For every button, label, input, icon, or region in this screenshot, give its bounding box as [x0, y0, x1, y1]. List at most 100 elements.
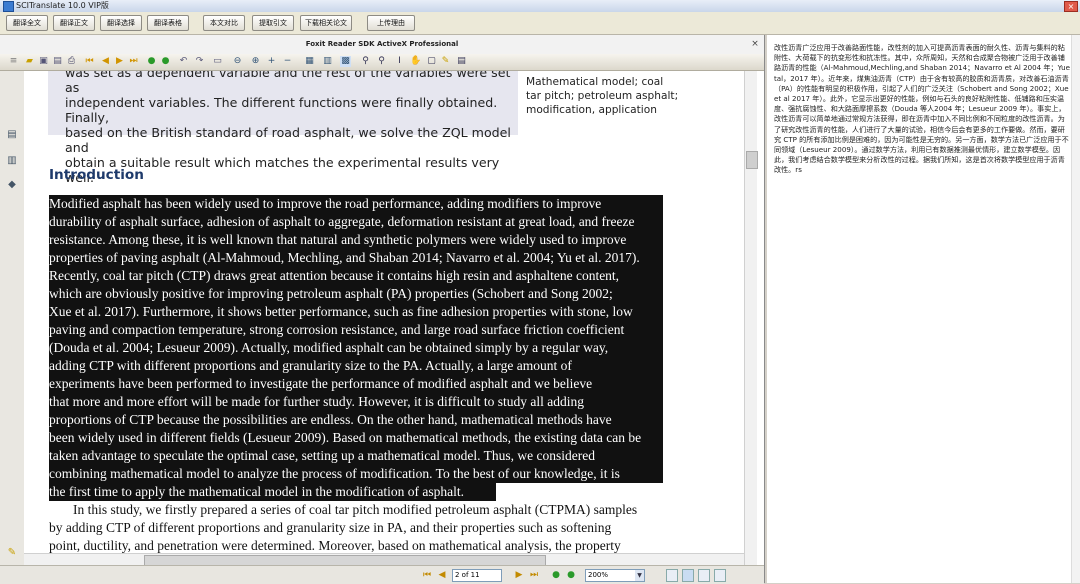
translate-table-button[interactable]: 翻译表格: [147, 15, 189, 31]
translation-pane[interactable]: 改性沥青广泛应用于改善路面性能，改性剂的加入可提高沥青表面的耐久性、沥青与集料的…: [767, 35, 1080, 583]
keywords-line: tar pitch; petroleum asphalt;: [526, 90, 679, 102]
zoom-minus-icon[interactable]: −: [282, 56, 293, 67]
selected-line[interactable]: adding CTP with different proportions an…: [49, 357, 663, 375]
translate-main-button[interactable]: 翻译正文: [53, 15, 95, 31]
selected-line[interactable]: Modified asphalt has been widely used to…: [49, 195, 663, 213]
menu-icon[interactable]: ≡: [8, 56, 19, 67]
selected-line[interactable]: which are obviously positive for improvi…: [49, 285, 663, 303]
selected-line[interactable]: the first time to apply the mathematical…: [49, 483, 496, 501]
next-page-nav-icon[interactable]: ▶: [514, 569, 524, 581]
command-bar: 翻译全文 翻译正文 翻译选择 翻译表格 本文对比 提取引文 下载相关论文 上传理…: [0, 12, 1080, 35]
abstract-line: based on the British standard of road as…: [65, 125, 511, 155]
reader-close-icon[interactable]: ×: [750, 39, 760, 49]
translation-scrollbar[interactable]: [1071, 35, 1080, 583]
section-heading: Introduction: [49, 167, 144, 183]
facing-view-icon[interactable]: [698, 569, 710, 582]
app-icon: [3, 1, 14, 12]
continuous-facing-view-icon[interactable]: [714, 569, 726, 582]
find-icon[interactable]: ⚲: [360, 56, 371, 67]
status-bar: ⏮ ◀ 2 of 11 ▶ ⏭ ● ● 200% ▼: [0, 565, 764, 584]
back-nav-icon[interactable]: ●: [551, 569, 561, 581]
zoom-out-icon[interactable]: ⊖: [232, 56, 243, 67]
keywords-line: Mathematical model; coal: [526, 76, 664, 88]
actual-size-icon[interactable]: ▩: [340, 56, 351, 67]
upload-feedback-button[interactable]: 上传理由: [367, 15, 415, 31]
open-folder-icon[interactable]: ▰: [24, 56, 35, 67]
back-icon[interactable]: ●: [146, 56, 157, 67]
vertical-scrollbar[interactable]: [744, 71, 758, 583]
keywords: Mathematical model; coal tar pitch; petr…: [526, 75, 706, 117]
text-line[interactable]: by adding CTP of different proportions a…: [49, 519, 663, 537]
translation-text[interactable]: 改性沥青广泛应用于改善路面性能，改性剂的加入可提高沥青表面的耐久性、沥青与集料的…: [774, 43, 1070, 176]
abstract-line: was set as a dependent variable and the …: [65, 71, 511, 95]
prev-page-nav-icon[interactable]: ◀: [437, 569, 447, 581]
selected-line[interactable]: Xue et al. 2017). Furthermore, it shows …: [49, 303, 663, 321]
zoom-select[interactable]: 200% ▼: [585, 569, 645, 582]
reader-header: Foxit Reader SDK ActiveX Professional ×: [0, 35, 764, 55]
body-text[interactable]: Modified asphalt has been widely used to…: [49, 195, 663, 553]
window-title: SCITranslate 10.0 VIP版: [16, 1, 109, 10]
selected-line[interactable]: that more and more effort will be made f…: [49, 393, 663, 411]
next-page-icon[interactable]: ▶: [114, 56, 125, 67]
zoom-value: 200%: [588, 571, 609, 579]
translate-selection-button[interactable]: 翻译选择: [100, 15, 142, 31]
translate-full-button[interactable]: 翻译全文: [6, 15, 48, 31]
fit-width-icon[interactable]: ▦: [304, 56, 315, 67]
text-line[interactable]: point, ductility, and penetration were d…: [49, 537, 663, 553]
single-page-view-icon[interactable]: [666, 569, 678, 582]
rotate-left-icon[interactable]: ↶: [178, 56, 189, 67]
first-page-nav-icon[interactable]: ⏮: [422, 569, 432, 581]
forward-nav-icon[interactable]: ●: [566, 569, 576, 581]
snapshot-icon[interactable]: ▢: [426, 56, 437, 67]
first-page-icon[interactable]: ⏮: [84, 56, 95, 67]
attachments-icon[interactable]: ✎: [6, 547, 18, 559]
selected-line[interactable]: properties of paving asphalt (Al-Mahmoud…: [49, 249, 663, 267]
selected-line[interactable]: experiments have been performed to inves…: [49, 375, 663, 393]
selected-line[interactable]: Recently, coal tar pitch (CTP) draws gre…: [49, 267, 663, 285]
zoom-plus-icon[interactable]: +: [266, 56, 277, 67]
abstract-box: was set as a dependent variable and the …: [48, 71, 518, 185]
bookmarks-icon[interactable]: ▤: [6, 129, 18, 141]
save-icon[interactable]: ▣: [38, 56, 49, 67]
vertical-scroll-thumb[interactable]: [746, 151, 758, 169]
download-related-button[interactable]: 下载相关论文: [300, 15, 352, 31]
page-icon[interactable]: ▭: [212, 56, 223, 67]
fit-page-icon[interactable]: ▥: [322, 56, 333, 67]
continuous-view-icon[interactable]: [682, 569, 694, 582]
selected-line[interactable]: paving and compaction temperature, stron…: [49, 321, 663, 339]
page-number-field[interactable]: 2 of 11: [452, 569, 502, 582]
selected-line[interactable]: resistance. Among these, it is well know…: [49, 231, 663, 249]
annotate-icon[interactable]: ✎: [440, 56, 451, 67]
print-icon[interactable]: ⎙: [66, 56, 77, 67]
forward-icon[interactable]: ●: [160, 56, 171, 67]
layers-icon[interactable]: ◆: [6, 179, 18, 191]
pdf-page[interactable]: was set as a dependent variable and the …: [24, 71, 744, 553]
zoom-in-icon[interactable]: ⊕: [250, 56, 261, 67]
keywords-line: modification, application: [526, 104, 657, 116]
last-page-nav-icon[interactable]: ⏭: [529, 569, 539, 581]
selected-line[interactable]: durability of asphalt surface, adhesion …: [49, 213, 663, 231]
abstract-line: independent variables. The different fun…: [65, 95, 498, 125]
reader-side-panel: ▤ ▥ ◆ ✎: [0, 71, 25, 583]
selected-line[interactable]: proportions of CTP because the possibili…: [49, 411, 663, 429]
find-next-icon[interactable]: ⚲: [376, 56, 387, 67]
reader-title: Foxit Reader SDK ActiveX Professional: [305, 40, 459, 48]
last-page-icon[interactable]: ⏭: [128, 56, 139, 67]
chevron-down-icon[interactable]: ▼: [635, 570, 644, 581]
selected-line[interactable]: combining mathematical model to analyze …: [49, 465, 663, 483]
selected-line[interactable]: (Douda et al. 2004; Lesueur 2009). Actua…: [49, 339, 663, 357]
pdf-reader-pane: Foxit Reader SDK ActiveX Professional × …: [0, 35, 765, 584]
hand-tool-icon[interactable]: ✋: [410, 56, 421, 67]
copy-icon[interactable]: ▤: [52, 56, 63, 67]
rotate-right-icon[interactable]: ↷: [194, 56, 205, 67]
pages-icon[interactable]: ▥: [6, 155, 18, 167]
extract-refs-button[interactable]: 提取引文: [252, 15, 294, 31]
view-icon[interactable]: ▤: [456, 56, 467, 67]
text-line[interactable]: In this study, we firstly prepared a ser…: [49, 501, 663, 519]
text-compare-button[interactable]: 本文对比: [203, 15, 245, 31]
prev-page-icon[interactable]: ◀: [100, 56, 111, 67]
window-close-button[interactable]: ×: [1064, 1, 1078, 12]
selected-line[interactable]: taken advantage to speculate the optimal…: [49, 447, 663, 465]
selected-line[interactable]: been widely used in different fields (Le…: [49, 429, 663, 447]
select-text-icon[interactable]: I: [394, 56, 405, 67]
